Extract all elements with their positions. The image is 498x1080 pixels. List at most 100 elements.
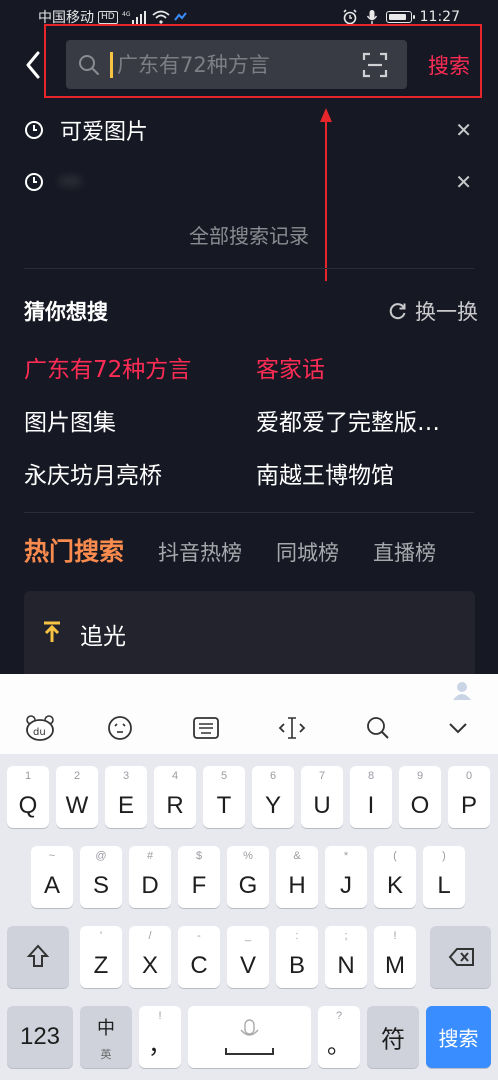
key-e[interactable]: 3E (105, 766, 147, 828)
history-item[interactable]: ··· ✕ (0, 162, 498, 202)
backspace-icon (448, 948, 474, 966)
key-label: E (117, 792, 134, 819)
key-secondary-label: # (146, 850, 154, 862)
bear-icon[interactable]: du (20, 712, 60, 744)
key-secondary-label: ' (99, 930, 103, 942)
guess-item[interactable]: 永庆坊月亮桥 (24, 456, 239, 490)
cloud-icon (173, 12, 188, 22)
key-y[interactable]: 6Y (252, 766, 294, 828)
key-secondary-label: / (148, 930, 152, 942)
shift-key[interactable] (7, 926, 69, 988)
tab-local[interactable]: 同城榜 (276, 537, 339, 567)
symbols-key[interactable]: 符 (367, 1006, 419, 1068)
key-secondary-label: 2 (73, 770, 81, 782)
keyboard-icon[interactable] (186, 712, 226, 744)
key-l[interactable]: ) L (423, 846, 465, 908)
clock-icon (24, 120, 44, 140)
key-r[interactable]: 4R (154, 766, 196, 828)
key-secondary-label: ! (393, 930, 397, 942)
wifi-icon (152, 10, 170, 24)
key-b[interactable]: :B (276, 926, 318, 988)
key-j[interactable]: * J (325, 846, 367, 908)
key-q[interactable]: 1Q (7, 766, 49, 828)
key-s[interactable]: @ S (80, 846, 122, 908)
shift-icon (26, 944, 50, 967)
key-label: A (43, 872, 60, 899)
guess-item[interactable]: 南越王博物馆 (256, 456, 476, 490)
key-label: 。 (327, 1032, 351, 1059)
key-w[interactable]: 2W (56, 766, 98, 828)
key-c[interactable]: -C (178, 926, 220, 988)
search-icon[interactable] (358, 712, 398, 744)
key-label: K (386, 872, 403, 899)
key-secondary-label: 0 (465, 770, 473, 782)
key-secondary-label: ! (158, 1010, 162, 1022)
key-o[interactable]: 9O (399, 766, 441, 828)
key-secondary-label: 英 (100, 1048, 112, 1061)
key-secondary-label: ) (442, 850, 446, 862)
keyboard-search-key[interactable]: 搜索 (426, 1006, 491, 1068)
key-secondary-label: ~ (48, 850, 56, 862)
key-g[interactable]: % G (227, 846, 269, 908)
guess-item[interactable]: 爱都爱了完整版… (256, 403, 476, 437)
key-label: 搜索 (438, 1026, 479, 1051)
key-t[interactable]: 5T (203, 766, 245, 828)
refresh-icon (389, 303, 406, 320)
key-i[interactable]: 8I (350, 766, 392, 828)
emoji-icon[interactable] (100, 712, 140, 744)
key-secondary-label: * (343, 850, 349, 862)
key-label: I (367, 792, 375, 819)
key-label: S (92, 872, 109, 899)
key-label: D (141, 872, 159, 899)
key-z[interactable]: ' Z (80, 926, 122, 988)
history-item[interactable]: 可爱图片 ✕ (0, 110, 498, 150)
guess-item[interactable]: 广东有72种方言 (24, 350, 239, 384)
key-label: M (385, 952, 405, 979)
tab-hot-search[interactable]: 热门搜索 (24, 532, 124, 568)
avatar-icon (453, 682, 471, 700)
key-n[interactable]: ; N (325, 926, 367, 988)
numbers-key[interactable]: 123 (7, 1006, 73, 1068)
key-v[interactable]: _ V (227, 926, 269, 988)
key-label: W (65, 792, 89, 819)
key-label: G (238, 872, 258, 899)
signal-icon: 4G (122, 10, 148, 24)
key-secondary-label: _ (244, 930, 252, 942)
key-secondary-label: ( (393, 850, 397, 862)
chevron-down-icon[interactable] (438, 712, 478, 744)
highlight-box (44, 24, 482, 98)
key-label: P (460, 792, 477, 819)
battery-icon (385, 11, 415, 23)
key-p[interactable]: 0P (448, 766, 490, 828)
space-key[interactable] (188, 1006, 311, 1068)
key-label: ， (148, 1032, 172, 1059)
cursor-move-icon[interactable] (272, 712, 312, 744)
key-f[interactable]: $ F (178, 846, 220, 908)
hot-list-item[interactable]: 追光 (80, 617, 126, 651)
period-key[interactable]: ?。 (318, 1006, 360, 1068)
key-secondary-label: & (293, 850, 301, 862)
close-icon[interactable]: ✕ (455, 118, 472, 142)
language-switch-key[interactable]: 中英 (80, 1006, 132, 1068)
key-a[interactable]: ~ A (31, 846, 73, 908)
key-secondary-label: % (243, 850, 253, 862)
key-m[interactable]: ! M (374, 926, 416, 988)
key-label: U (313, 792, 331, 819)
tab-live[interactable]: 直播榜 (373, 537, 436, 567)
key-x[interactable]: / X (129, 926, 171, 988)
refresh-button[interactable]: 换一换 (389, 296, 478, 326)
comma-key[interactable]: !， (139, 1006, 181, 1068)
key-d[interactable]: # D (129, 846, 171, 908)
backspace-key[interactable] (430, 926, 491, 988)
key-u[interactable]: 7U (301, 766, 343, 828)
key-secondary-label: 7 (318, 770, 326, 782)
tab-douyin-hot[interactable]: 抖音热榜 (158, 537, 242, 567)
close-icon[interactable]: ✕ (455, 170, 472, 194)
guess-item[interactable]: 客家话 (256, 350, 476, 384)
all-history-link[interactable]: 全部搜索记录 (0, 220, 498, 249)
key-k[interactable]: (K (374, 846, 416, 908)
key-label: R (166, 792, 184, 819)
clock-time: 11:27 (419, 9, 460, 25)
key-h[interactable]: & H (276, 846, 318, 908)
guess-item[interactable]: 图片图集 (24, 403, 239, 437)
